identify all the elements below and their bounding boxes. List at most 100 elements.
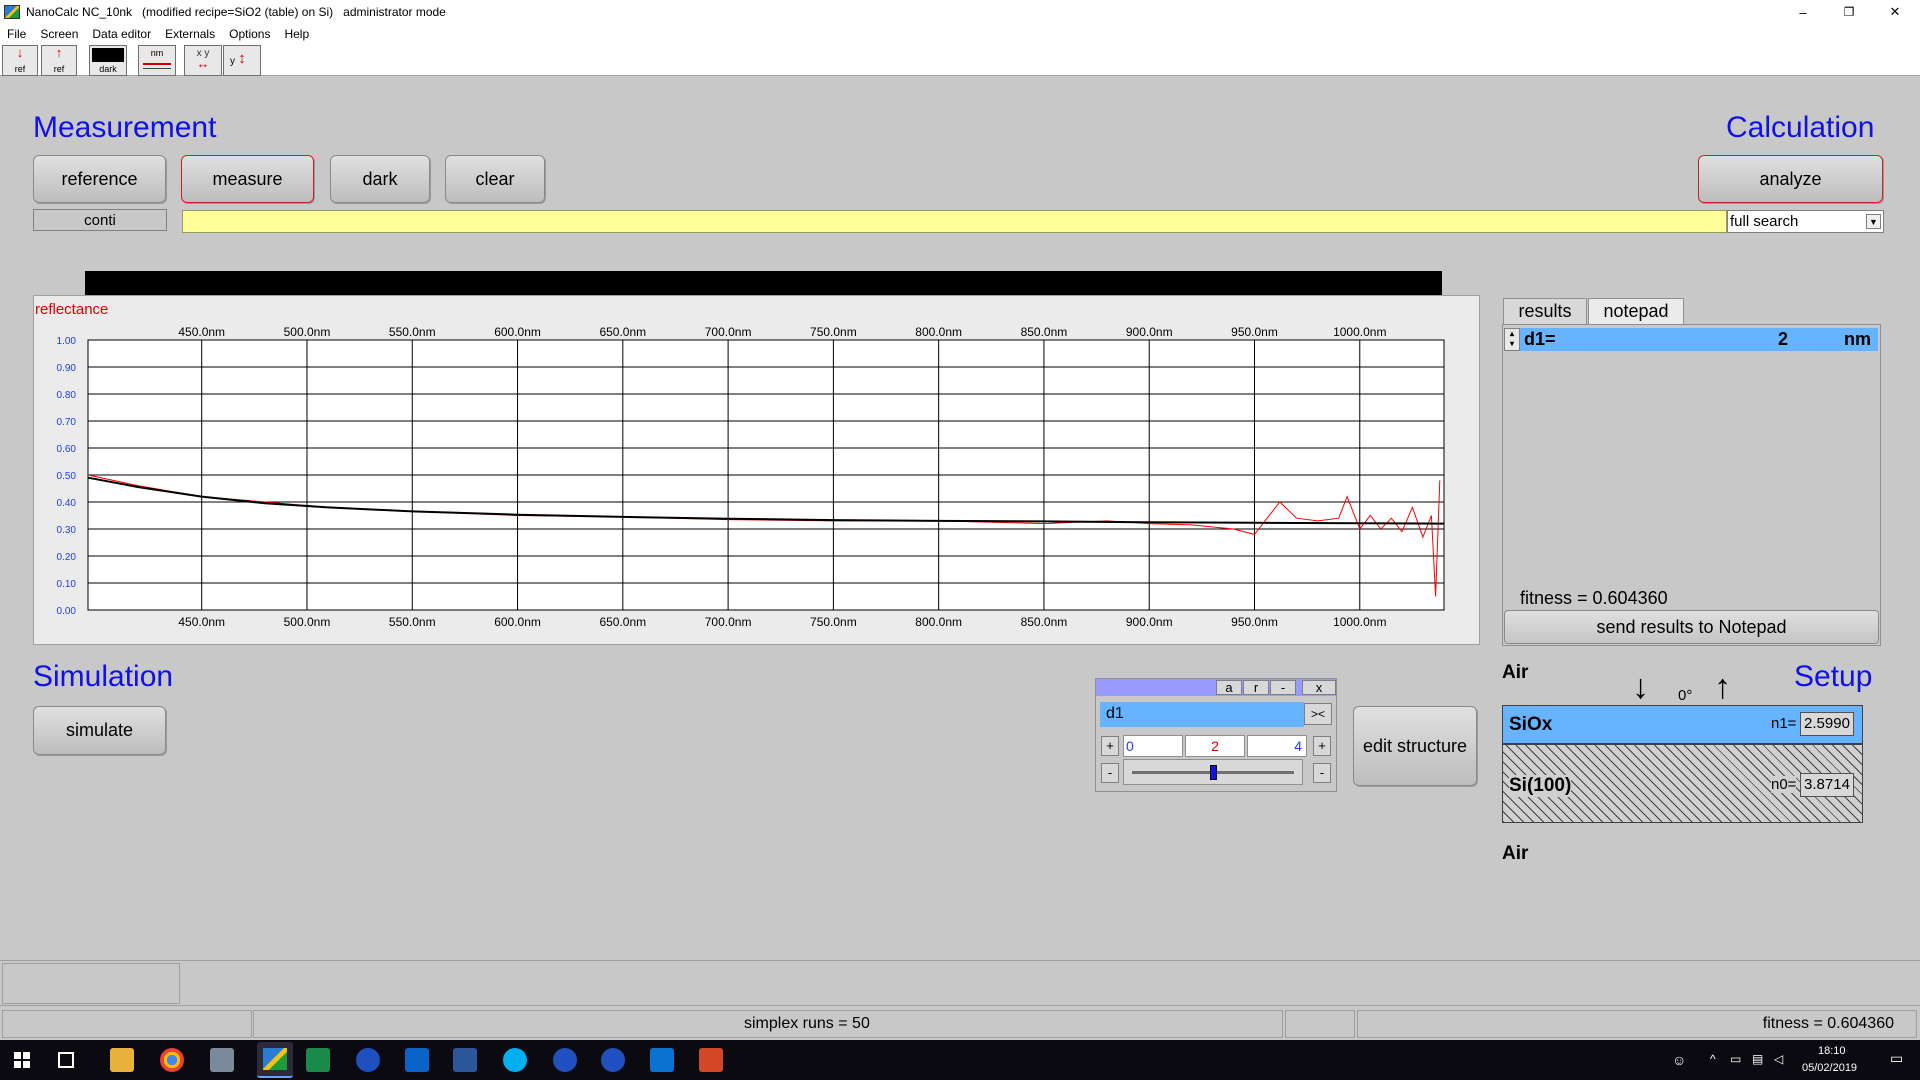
tab-results[interactable]: results — [1503, 298, 1587, 324]
x-tick-label: 1000.0nm — [1333, 615, 1386, 629]
menu-options[interactable]: Options — [222, 27, 277, 41]
bottom-medium-label: Air — [1502, 843, 1529, 864]
chevron-down-icon[interactable]: ▼ — [1866, 214, 1881, 229]
search-mode-select[interactable]: full search ▼ — [1727, 210, 1884, 233]
taskbar: ☺ ^ ▭ ▤ ◁ 18:10 05/02/2019 ▭ — [0, 1040, 1920, 1080]
y-scale-button[interactable]: ↕ y — [223, 45, 261, 76]
y-tick-label: 0.10 — [57, 579, 77, 590]
menu-externals[interactable]: Externals — [158, 27, 222, 41]
phi-app-icon[interactable] — [553, 1048, 577, 1072]
dark-button[interactable]: dark — [330, 155, 430, 203]
max-field[interactable]: 4 — [1247, 735, 1307, 757]
n0-field[interactable]: 3.8714 — [1800, 773, 1854, 797]
task-view-icon[interactable] — [58, 1052, 74, 1068]
layer-si100[interactable]: Si(100) n0= 3.8714 — [1502, 744, 1863, 823]
restore-button[interactable]: ❐ — [1826, 0, 1872, 24]
send-to-notepad-button[interactable]: send results to Notepad — [1504, 610, 1879, 644]
windows-start-icon[interactable] — [14, 1052, 30, 1068]
status-message-field — [182, 210, 1727, 233]
parameter-control-header: a r - x — [1096, 679, 1336, 696]
menu-screen[interactable]: Screen — [33, 27, 85, 41]
spectrum-app-icon[interactable] — [306, 1048, 330, 1072]
ref-down-button[interactable]: ↓ ref — [2, 45, 38, 76]
x-tick-label-top: 700.0nm — [705, 325, 752, 339]
people-icon[interactable]: ☺ — [1672, 1052, 1686, 1068]
n1-field[interactable]: 2.5990 — [1800, 712, 1854, 736]
close-button[interactable]: ✕ — [1872, 0, 1918, 24]
menu-help[interactable]: Help — [277, 27, 316, 41]
tab-notepad[interactable]: notepad — [1588, 298, 1684, 324]
ref-up-button[interactable]: ↑ ref — [41, 45, 77, 76]
nm-unit-button[interactable]: nm — [138, 45, 176, 76]
network-app-icon[interactable] — [210, 1048, 234, 1072]
x-tick-label: 800.0nm — [915, 615, 962, 629]
analyze-button[interactable]: analyze — [1698, 155, 1883, 203]
param-a-button[interactable]: a — [1216, 680, 1242, 695]
value-field[interactable]: 2 — [1185, 735, 1245, 757]
network-icon[interactable]: ▤ — [1752, 1052, 1763, 1066]
x-tick-label-top: 950.0nm — [1231, 325, 1278, 339]
param-minus-button[interactable]: - — [1270, 680, 1296, 695]
max-minus-button[interactable]: - — [1313, 763, 1331, 783]
measurement-heading: Measurement — [33, 111, 217, 144]
reference-button[interactable]: reference — [33, 155, 166, 203]
param-r-button[interactable]: r — [1243, 680, 1269, 695]
swap-button[interactable]: >< — [1304, 703, 1332, 725]
x-tick-label: 650.0nm — [599, 615, 646, 629]
status-cell — [2, 1010, 252, 1038]
x-tick-label: 700.0nm — [705, 615, 752, 629]
phi-app-icon[interactable] — [601, 1048, 625, 1072]
value-slider[interactable] — [1123, 759, 1303, 785]
clock-date[interactable]: 05/02/2019 — [1802, 1062, 1857, 1074]
volume-icon[interactable]: ◁ — [1774, 1052, 1783, 1066]
spin-updown-icon[interactable]: ▴ ▾ — [1504, 328, 1520, 351]
conti-button[interactable]: conti — [33, 209, 167, 231]
menu-bar: File Screen Data editor Externals Option… — [0, 24, 1920, 43]
result-row[interactable]: ▴ ▾ d1= 2 nm — [1504, 328, 1878, 351]
chrome-icon[interactable] — [160, 1048, 184, 1072]
menu-file[interactable]: File — [0, 27, 33, 41]
phi-app-icon[interactable] — [356, 1048, 380, 1072]
minimize-button[interactable]: – — [1780, 0, 1826, 24]
menu-data-editor[interactable]: Data editor — [85, 27, 158, 41]
reflectance-chart[interactable]: reflectance 450.0nm 500.0nm 550.0nm 600.0nm… — [34, 296, 1481, 646]
calculation-heading: Calculation — [1726, 111, 1875, 144]
clock-time[interactable]: 18:10 — [1818, 1045, 1846, 1057]
status-bar-upper — [0, 960, 1920, 1005]
y-tick-label: 0.90 — [57, 363, 77, 374]
oceanview-icon[interactable] — [650, 1048, 674, 1072]
measure-button[interactable]: measure — [181, 155, 314, 203]
battery-icon[interactable]: ▭ — [1730, 1052, 1741, 1066]
status-fitness-label: fitness = 0.604360 — [1357, 1010, 1917, 1038]
max-plus-button[interactable]: + — [1313, 736, 1331, 756]
dark-toolbar-button[interactable]: dark — [89, 45, 127, 76]
n-label: n0= — [1771, 776, 1797, 793]
reflected-arrow-icon: ↑ — [1714, 668, 1731, 706]
edit-structure-button[interactable]: edit structure — [1353, 706, 1477, 786]
layer-name: SiOx — [1509, 714, 1553, 735]
outlook-icon[interactable] — [405, 1048, 429, 1072]
min-minus-button[interactable]: - — [1101, 763, 1119, 783]
reflectance-chart-panel[interactable]: reflectance 450.0nm 500.0nm 550.0nm 600.0nm… — [33, 295, 1480, 645]
skype-icon[interactable] — [503, 1048, 527, 1072]
top-medium-label: Air — [1502, 662, 1529, 683]
min-plus-button[interactable]: + — [1101, 736, 1119, 756]
slider-thumb[interactable] — [1210, 765, 1217, 780]
x-tick-label-top: 500.0nm — [284, 325, 331, 339]
min-field[interactable]: 0 — [1123, 735, 1183, 757]
xy-cursor-button[interactable]: x y ↔ — [184, 45, 222, 76]
layer-siox[interactable]: SiOx n1= 2.5990 — [1502, 705, 1863, 744]
nanocalc-taskbar-icon[interactable] — [257, 1042, 293, 1078]
clear-button[interactable]: clear — [445, 155, 545, 203]
toolbar: ↓ ref ↑ ref dark nm x y ↔ ↕ y — [0, 43, 1920, 76]
simulate-button[interactable]: simulate — [33, 706, 166, 755]
file-explorer-icon[interactable] — [110, 1048, 134, 1072]
y-tick-label: 0.80 — [57, 390, 77, 401]
param-close-button[interactable]: x — [1302, 680, 1336, 695]
layer-name: Si(100) — [1509, 775, 1572, 797]
tray-chevron-icon[interactable]: ^ — [1710, 1052, 1716, 1066]
powerpoint-icon[interactable] — [699, 1048, 723, 1072]
notifications-icon[interactable]: ▭ — [1890, 1050, 1903, 1067]
y-tick-label: 0.60 — [57, 444, 77, 455]
word-icon[interactable] — [453, 1048, 477, 1072]
